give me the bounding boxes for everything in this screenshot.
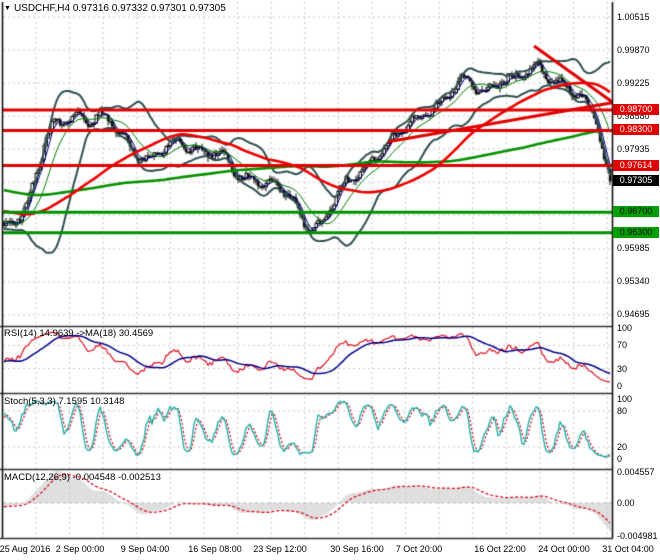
stoch-tick-label: 20 xyxy=(617,442,628,452)
price-tick-label: 1.00515 xyxy=(617,11,650,22)
price-badge: 0.96700 xyxy=(613,206,659,218)
stochastic-indicator-label: Stoch(5,3,3) 7.1595 10.3148 xyxy=(4,396,125,407)
dropdown-triangle-icon: ▼ xyxy=(4,5,11,12)
macd-tick-label: 0.00 xyxy=(617,497,635,508)
rsi-tick-label: 0 xyxy=(617,381,623,391)
macd-tick-label: -0.004981 xyxy=(617,530,658,541)
time-axis-label: 31 Oct 04:00 xyxy=(602,544,654,554)
price-badge: 0.98300 xyxy=(613,124,659,136)
price-tick-label: 0.99870 xyxy=(617,44,650,55)
stoch-tick-label: 100 xyxy=(617,394,633,404)
stoch-tick-label: 80 xyxy=(617,406,628,416)
price-badge: 0.97614 xyxy=(613,159,659,171)
macd-tick-label: 0.004557 xyxy=(617,467,655,478)
chart-quote-header: ▼ USDCHF,H4 0.97316 0.97332 0.97301 0.973… xyxy=(4,3,226,14)
time-axis-label: 7 Oct 20:00 xyxy=(395,544,443,554)
rsi-indicator-label: RSI(14) 14.9639 ->MA(18) 30.4569 xyxy=(4,328,154,339)
quote-symbol: USDCHF,H4 xyxy=(13,3,71,14)
stoch-tick-label: 0 xyxy=(617,454,623,464)
price-badge: 0.98700 xyxy=(613,103,659,115)
macd-indicator-label: MACD(12,26,9) -0.004548 -0.002513 xyxy=(4,472,161,483)
price-tick-label: 0.99225 xyxy=(617,77,650,88)
price-badge: 0.97305 xyxy=(613,175,659,187)
price-badge: 0.96300 xyxy=(613,226,659,238)
price-tick-label: 0.95985 xyxy=(617,243,650,254)
mt4-chart-window: ▼ USDCHF,H4 0.97316 0.97332 0.97301 0.973… xyxy=(0,0,660,560)
price-tick-label: 0.97935 xyxy=(617,143,650,154)
price-tick-label: 0.95340 xyxy=(617,276,650,287)
rsi-tick-label: 30 xyxy=(617,363,628,374)
rsi-tick-label: 70 xyxy=(617,340,628,351)
price-tick-label: 0.94695 xyxy=(617,309,650,320)
rsi-tick-label: 100 xyxy=(617,323,633,333)
quote-ohlc: 0.97316 0.97332 0.97301 0.97305 xyxy=(72,3,226,14)
